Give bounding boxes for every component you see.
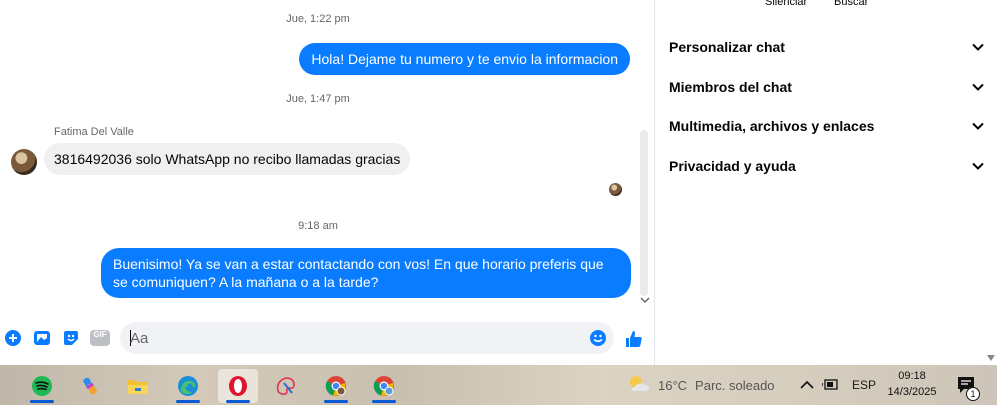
- timestamp: 9:18 am: [298, 220, 338, 232]
- system-clock[interactable]: 09:18 14/3/2025: [880, 368, 944, 400]
- clock-date: 14/3/2025: [887, 386, 937, 398]
- file-explorer-taskbar-icon[interactable]: [118, 369, 158, 403]
- sidebar-item-media[interactable]: Multimedia, archivos y enlaces: [669, 112, 985, 140]
- sidebar-item-privacy[interactable]: Privacidad y ayuda: [669, 152, 985, 180]
- timestamp: Jue, 1:22 pm: [286, 13, 350, 25]
- seen-receipt-avatar: [609, 183, 622, 196]
- message-composer: GIF: [0, 318, 654, 360]
- edge-taskbar-icon[interactable]: [168, 369, 208, 403]
- outgoing-message[interactable]: Buenisimo! Ya se van a estar contactando…: [101, 248, 631, 298]
- weather-temperature: 16°C: [658, 377, 688, 393]
- sidebar-item-label: Personalizar chat: [669, 39, 785, 55]
- photo-icon[interactable]: [33, 329, 51, 347]
- search-label[interactable]: Buscar: [834, 0, 868, 8]
- sidebar-item-label: Multimedia, archivos y enlaces: [669, 118, 875, 134]
- clock-time: 09:18: [898, 370, 926, 382]
- outgoing-message[interactable]: Hola! Dejame tu numero y te envio la inf…: [299, 43, 630, 75]
- plus-icon[interactable]: [4, 329, 22, 347]
- sticker-icon[interactable]: [62, 329, 80, 347]
- contact-avatar[interactable]: [11, 149, 37, 175]
- notification-count-badge: 1: [966, 387, 980, 401]
- chevron-down-icon: [971, 40, 985, 54]
- notification-center-icon[interactable]: 1: [956, 365, 980, 405]
- timestamp: Jue, 1:47 pm: [286, 93, 350, 105]
- sidebar-scroll-arrow-icon[interactable]: [987, 354, 995, 363]
- weather-condition: Parc. soleado: [695, 377, 775, 393]
- tray-overflow-chevron-icon[interactable]: [800, 365, 814, 405]
- chevron-down-icon: [971, 80, 985, 94]
- sender-name: Fatima Del Valle: [54, 126, 134, 138]
- messenger-window: Jue, 1:22 pm Hola! Dejame tu numero y te…: [0, 0, 997, 405]
- sidebar-item-personalize[interactable]: Personalizar chat: [669, 33, 985, 61]
- sidebar-item-label: Privacidad y ayuda: [669, 158, 796, 174]
- chat-thread: Jue, 1:22 pm Hola! Dejame tu numero y te…: [0, 0, 654, 365]
- message-input[interactable]: [130, 322, 580, 354]
- weather-sun-icon: [626, 373, 650, 398]
- chrome-taskbar-icon[interactable]: [316, 369, 356, 403]
- chat-info-sidebar: Silenciar Buscar Personalizar chat Miemb…: [654, 0, 997, 365]
- paint-taskbar-icon[interactable]: [266, 369, 306, 403]
- spotify-taskbar-icon[interactable]: [22, 369, 62, 403]
- sidebar-item-label: Miembros del chat: [669, 79, 792, 95]
- chrome-profile-taskbar-icon[interactable]: [364, 369, 404, 403]
- copilot-taskbar-icon[interactable]: [70, 369, 110, 403]
- weather-widget[interactable]: 16°C Parc. soleado: [626, 365, 775, 405]
- opera-taskbar-icon[interactable]: [218, 369, 258, 403]
- gif-label: GIF: [93, 330, 107, 339]
- gif-icon[interactable]: GIF: [90, 329, 110, 347]
- mute-label[interactable]: Silenciar: [765, 0, 807, 8]
- language-indicator[interactable]: ESP: [852, 365, 876, 405]
- chat-scrollbar[interactable]: [640, 130, 648, 296]
- incoming-message[interactable]: 3816492036 solo WhatsApp no recibo llama…: [44, 143, 411, 175]
- battery-icon[interactable]: [822, 365, 840, 405]
- scroll-down-arrow-icon[interactable]: [640, 296, 650, 307]
- message-input-container[interactable]: [120, 322, 614, 354]
- chevron-down-icon: [971, 119, 985, 133]
- sidebar-item-members[interactable]: Miembros del chat: [669, 73, 985, 101]
- like-icon[interactable]: [624, 329, 644, 349]
- emoji-icon[interactable]: [589, 329, 607, 347]
- windows-taskbar: 16°C Parc. soleado ESP 09:18 14/3/2025 1: [0, 365, 997, 405]
- chevron-down-icon: [971, 159, 985, 173]
